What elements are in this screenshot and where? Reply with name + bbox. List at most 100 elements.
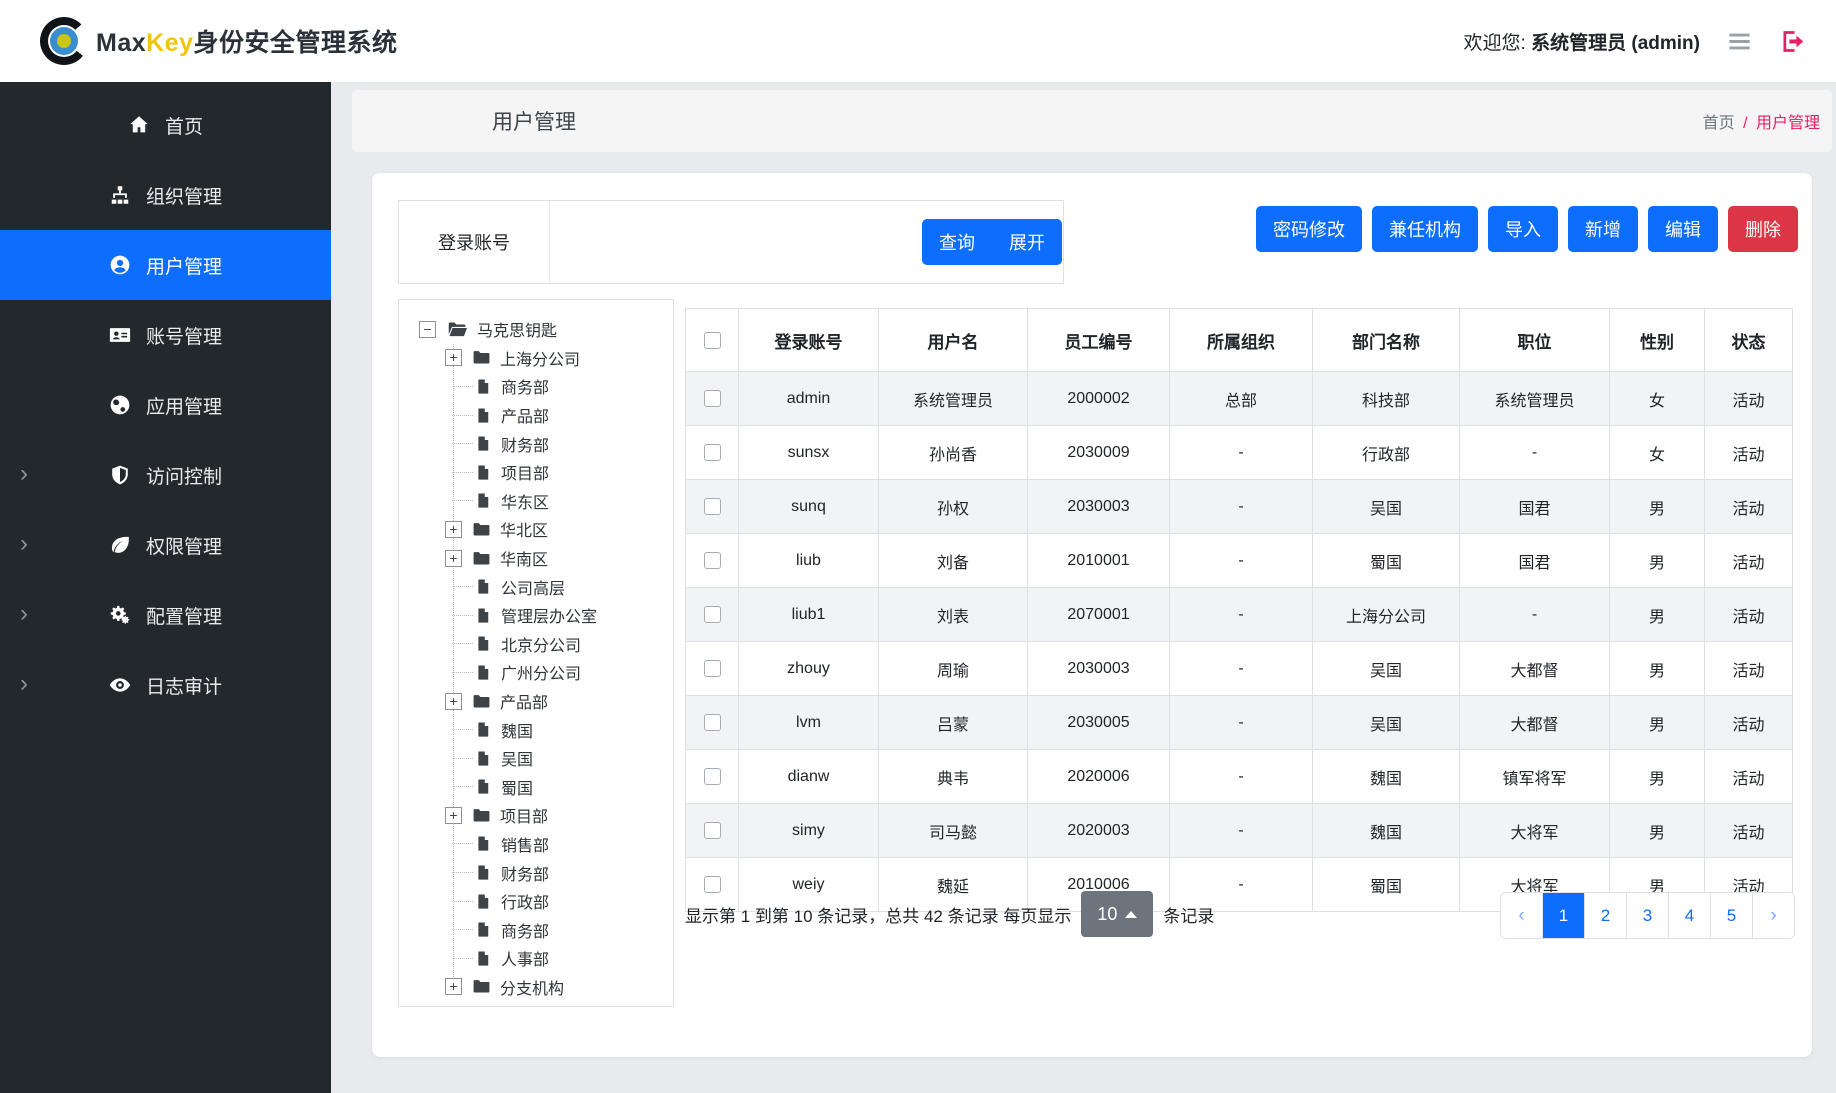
row-checkbox[interactable]: [704, 606, 721, 623]
table-cell: 蜀国: [1313, 534, 1460, 588]
table-row[interactable]: admin系统管理员2000002总部科技部系统管理员女活动: [686, 372, 1793, 426]
table-row[interactable]: lvm吕蒙2030005-吴国大都督男活动: [686, 696, 1793, 750]
table-cell: 2000002: [1028, 372, 1170, 426]
expand-button[interactable]: 展开: [992, 219, 1062, 265]
tree-node[interactable]: +华北区: [399, 515, 673, 544]
tree-connector: [452, 958, 473, 959]
tree-node[interactable]: 魏国: [399, 715, 673, 744]
row-checkbox[interactable]: [704, 768, 721, 785]
table-cell: 孙权: [879, 480, 1028, 534]
sidebar-item-home[interactable]: 首页: [0, 90, 331, 160]
table-row[interactable]: sunq孙权2030003-吴国国君男活动: [686, 480, 1793, 534]
tree-plus-toggle[interactable]: +: [445, 807, 462, 824]
tree-minus-toggle[interactable]: −: [419, 321, 436, 338]
tree-node[interactable]: 北京分公司: [399, 630, 673, 659]
sidebar-item-perm[interactable]: ›权限管理: [0, 510, 331, 580]
row-checkbox[interactable]: [704, 660, 721, 677]
tree-node[interactable]: 财务部: [399, 429, 673, 458]
page-number-4[interactable]: 4: [1668, 893, 1710, 938]
table-cell: 活动: [1705, 480, 1793, 534]
tree-node[interactable]: +分支机构: [399, 973, 673, 1002]
menu-toggle-icon[interactable]: [1726, 28, 1753, 55]
row-select-cell: [686, 372, 739, 426]
tree-node[interactable]: 财务部: [399, 858, 673, 887]
tree-node[interactable]: 管理层办公室: [399, 601, 673, 630]
tree-plus-toggle[interactable]: +: [445, 349, 462, 366]
login-account-input[interactable]: [550, 207, 922, 277]
query-button[interactable]: 查询: [922, 219, 992, 265]
tree-plus-toggle[interactable]: +: [445, 978, 462, 995]
page-number-5[interactable]: 5: [1710, 893, 1752, 938]
table-row[interactable]: liub1刘表2070001-上海分公司-男活动: [686, 588, 1793, 642]
add-button[interactable]: 新增: [1568, 206, 1638, 252]
table-row[interactable]: simy司马懿2020003-魏国大将军男活动: [686, 804, 1793, 858]
sidebar-item-access[interactable]: ›访问控制: [0, 440, 331, 510]
tree-node[interactable]: +产品部: [399, 687, 673, 716]
row-checkbox[interactable]: [704, 714, 721, 731]
row-checkbox[interactable]: [704, 552, 721, 569]
file-icon: [475, 607, 492, 624]
row-checkbox[interactable]: [704, 390, 721, 407]
file-icon: [475, 950, 492, 967]
tree-node[interactable]: 广州分公司: [399, 658, 673, 687]
tree-connector: [452, 500, 473, 501]
page-number-1[interactable]: 1: [1542, 893, 1584, 938]
tree-node[interactable]: −马克思钥匙: [399, 315, 673, 344]
tree-node[interactable]: 行政部: [399, 887, 673, 916]
sidebar-item-user[interactable]: 用户管理: [0, 230, 331, 300]
logout-icon[interactable]: [1779, 28, 1806, 55]
sidebar-item-account[interactable]: 账号管理: [0, 300, 331, 370]
table-cell: 上海分公司: [1313, 588, 1460, 642]
change-password-button[interactable]: 密码修改: [1256, 206, 1362, 252]
table-cell: 行政部: [1313, 426, 1460, 480]
page-next[interactable]: ›: [1752, 893, 1794, 938]
tree-node[interactable]: 人事部: [399, 944, 673, 973]
row-checkbox[interactable]: [704, 444, 721, 461]
sidebar-item-org[interactable]: 组织管理: [0, 160, 331, 230]
record-summary-suffix: 条记录: [1163, 902, 1214, 927]
tree-node[interactable]: 吴国: [399, 744, 673, 773]
table-cell: -: [1170, 750, 1313, 804]
tree-node-label: 蜀国: [501, 775, 533, 799]
tree-node[interactable]: 商务部: [399, 372, 673, 401]
table-cell: 2030003: [1028, 642, 1170, 696]
tree-node[interactable]: 华东区: [399, 487, 673, 516]
tree-node[interactable]: 销售部: [399, 830, 673, 859]
sidebar-item-app[interactable]: 应用管理: [0, 370, 331, 440]
tree-plus-toggle[interactable]: +: [445, 550, 462, 567]
tree-node[interactable]: +上海分公司: [399, 344, 673, 373]
tree-node[interactable]: 公司高层: [399, 572, 673, 601]
table-cell: -: [1170, 426, 1313, 480]
tree-node-label: 吴国: [501, 746, 533, 770]
table-row[interactable]: zhouy周瑜2030003-吴国大都督男活动: [686, 642, 1793, 696]
breadcrumb-home[interactable]: 首页: [1703, 115, 1735, 132]
delete-button[interactable]: 删除: [1728, 206, 1798, 252]
row-checkbox[interactable]: [704, 822, 721, 839]
sidebar-item-config[interactable]: ›配置管理: [0, 580, 331, 650]
table-row[interactable]: sunsx孙尚香2030009-行政部-女活动: [686, 426, 1793, 480]
edit-button[interactable]: 编辑: [1648, 206, 1718, 252]
tree-plus-toggle[interactable]: +: [445, 693, 462, 710]
import-button[interactable]: 导入: [1488, 206, 1558, 252]
adjunct-org-button[interactable]: 兼任机构: [1372, 206, 1478, 252]
table-row[interactable]: dianw典韦2020006-魏国镇军将军男活动: [686, 750, 1793, 804]
tree-node[interactable]: +华南区: [399, 544, 673, 573]
page-number-3[interactable]: 3: [1626, 893, 1668, 938]
table-row[interactable]: liub刘备2010001-蜀国国君男活动: [686, 534, 1793, 588]
tree-node[interactable]: 产品部: [399, 401, 673, 430]
sidebar-item-audit[interactable]: ›日志审计: [0, 650, 331, 720]
tree-connector: [452, 729, 473, 730]
top-header: MaxKey身份安全管理系统 欢迎您: 系统管理员 (admin): [0, 0, 1836, 82]
tree-node[interactable]: 商务部: [399, 915, 673, 944]
tree-node[interactable]: +项目部: [399, 801, 673, 830]
select-all-checkbox[interactable]: [704, 332, 721, 349]
page-number-2[interactable]: 2: [1584, 893, 1626, 938]
tree-plus-toggle[interactable]: +: [445, 521, 462, 538]
tree-node[interactable]: 蜀国: [399, 773, 673, 802]
page-prev[interactable]: ‹: [1501, 893, 1542, 938]
sidebar-item-label: 首页: [165, 112, 203, 139]
page-size-dropdown[interactable]: 10: [1081, 891, 1153, 937]
sitemap-icon: [109, 184, 131, 206]
tree-node[interactable]: 项目部: [399, 458, 673, 487]
row-checkbox[interactable]: [704, 498, 721, 515]
